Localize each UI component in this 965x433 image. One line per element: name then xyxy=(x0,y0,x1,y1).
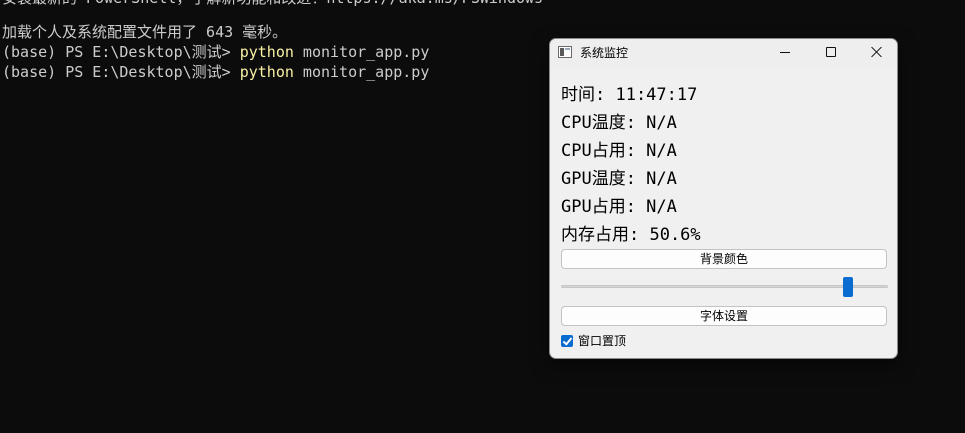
terminal-cut-line: 安装最新的 PowerShell，了解新功能和改进！https://aka.ms… xyxy=(2,0,543,8)
cpu-temperature-label: CPU温度: N/A xyxy=(561,113,677,133)
minimize-icon xyxy=(780,52,790,53)
memory-usage-label: 内存占用: 50.6% xyxy=(561,225,701,245)
terminal-command-args: monitor_app.py xyxy=(293,43,430,61)
terminal-command: python xyxy=(239,63,294,81)
terminal-prompt: (base) PS E:\Desktop\测试> xyxy=(2,63,240,81)
terminal-load-message: 加载个人及系统配置文件用了 643 毫秒。 xyxy=(2,23,288,41)
slider-handle[interactable] xyxy=(843,277,853,297)
time-label: 时间: 11:47:17 xyxy=(561,85,698,105)
maximize-button[interactable] xyxy=(808,39,854,67)
close-icon xyxy=(871,46,883,58)
font-settings-button[interactable]: 字体设置 xyxy=(561,306,887,326)
terminal-command: python xyxy=(239,43,294,61)
slider-groove xyxy=(561,285,888,288)
window-title: 系统监控 xyxy=(580,46,629,60)
terminal-command-args: monitor_app.py xyxy=(293,63,430,81)
system-monitor-window: 系统监控 时间: 11:47:17 CPU温度: N/A CPU占用: N/A … xyxy=(549,38,898,359)
always-on-top-label: 窗口置顶 xyxy=(578,334,627,348)
gpu-temperature-label: GPU温度: N/A xyxy=(561,169,677,189)
close-button[interactable] xyxy=(854,39,897,67)
opacity-slider[interactable] xyxy=(561,276,888,298)
gpu-usage-label: GPU占用: N/A xyxy=(561,197,677,217)
maximize-icon xyxy=(826,47,836,57)
terminal-command-line-1: (base) PS E:\Desktop\测试> python monitor_… xyxy=(2,42,429,62)
app-window-icon xyxy=(558,46,572,58)
always-on-top-checkbox[interactable] xyxy=(561,335,573,347)
terminal-prompt: (base) PS E:\Desktop\测试> xyxy=(2,43,240,61)
minimize-button[interactable] xyxy=(762,39,808,67)
cpu-usage-label: CPU占用: N/A xyxy=(561,141,677,161)
terminal-command-line-2: (base) PS E:\Desktop\测试> python monitor_… xyxy=(2,62,429,82)
background-color-button[interactable]: 背景颜色 xyxy=(561,249,887,269)
title-bar[interactable]: 系统监控 xyxy=(550,39,897,67)
